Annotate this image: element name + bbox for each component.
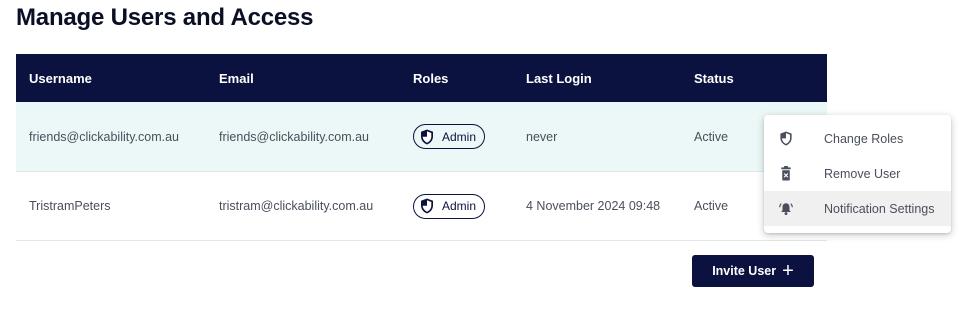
menu-item-label: Change Roles: [824, 131, 904, 146]
column-header-roles[interactable]: Roles: [400, 71, 513, 86]
invite-user-label: Invite User: [712, 264, 777, 278]
email-cell: friends@clickability.com.au: [219, 129, 370, 144]
roles-cell: Admin: [400, 193, 513, 219]
user-actions-menu: Change Roles Remove User Notification Se…: [764, 115, 951, 233]
roles-cell: Admin: [400, 124, 513, 149]
role-badge-label: Admin: [442, 199, 477, 213]
role-badge[interactable]: Admin: [413, 193, 485, 219]
table-header: Username Email Roles Last Login Status: [16, 54, 827, 102]
users-table: Username Email Roles Last Login Status f…: [16, 54, 827, 241]
shield-icon: [420, 198, 434, 214]
shield-icon: [420, 129, 434, 145]
page-title: Manage Users and Access: [16, 4, 314, 31]
bell-icon: [764, 201, 808, 216]
table-row[interactable]: friends@clickability.com.au friends@clic…: [16, 102, 827, 172]
menu-item-label: Remove User: [824, 166, 901, 181]
email-cell: tristram@clickability.com.au: [219, 199, 374, 213]
menu-item-notification-settings[interactable]: Notification Settings: [764, 191, 951, 226]
table-row[interactable]: TristramPeters tristram@clickability.com…: [16, 172, 827, 241]
trash-icon: [764, 166, 808, 181]
menu-item-label: Notification Settings: [824, 201, 935, 216]
column-header-status[interactable]: Status: [681, 71, 827, 86]
menu-item-remove-user[interactable]: Remove User: [764, 156, 951, 191]
shield-icon: [764, 131, 808, 146]
column-header-last-login[interactable]: Last Login: [513, 71, 681, 86]
role-badge-label: Admin: [442, 129, 477, 144]
column-header-email[interactable]: Email: [206, 71, 400, 86]
username-cell: TristramPeters: [29, 199, 111, 213]
column-header-username[interactable]: Username: [16, 71, 206, 86]
last-login-cell: 4 November 2024 09:48: [526, 199, 661, 213]
role-badge[interactable]: Admin: [413, 124, 485, 149]
menu-item-change-roles[interactable]: Change Roles: [764, 121, 951, 156]
last-login-cell: never: [526, 129, 558, 144]
invite-user-button[interactable]: Invite User +: [692, 255, 814, 287]
username-cell: friends@clickability.com.au: [29, 129, 180, 144]
plus-icon: +: [782, 259, 794, 282]
